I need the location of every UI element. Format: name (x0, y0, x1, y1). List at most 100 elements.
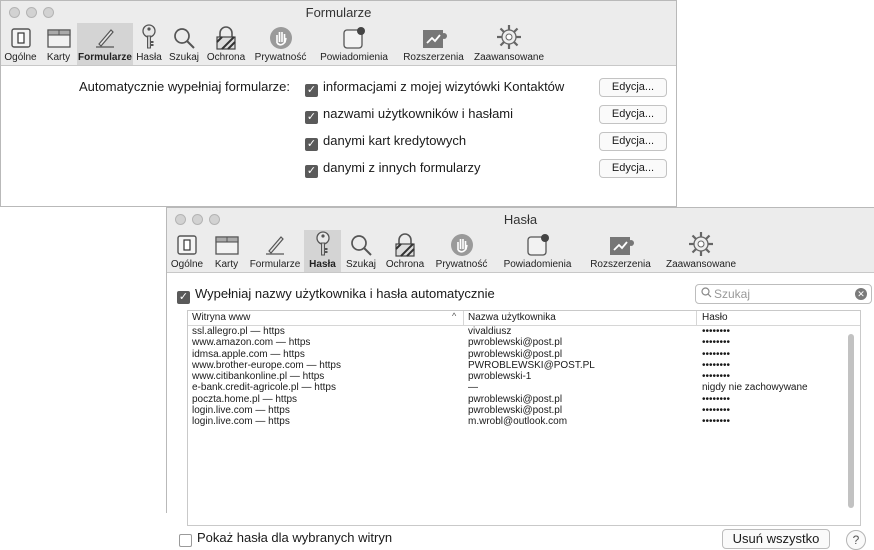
scrollbar[interactable] (848, 334, 854, 508)
toolbar-item-label: Ochrona (385, 259, 425, 270)
checkbox[interactable]: ✓ (305, 165, 318, 178)
table-row[interactable]: poczta.home.pl — https pwroblewski@post.p… (188, 394, 860, 405)
sort-ascending-icon: ^ (452, 311, 457, 321)
edit-other-forms-button[interactable]: Edycja... (599, 159, 667, 178)
cell-pass: nigdy nie zachowywane (702, 382, 808, 394)
toolbar-item-label: Zaawansowane (473, 52, 545, 63)
column-header-site[interactable]: Witryna www (192, 312, 250, 323)
option-usernames[interactable]: ✓ nazwami użytkowników i hasłami (305, 106, 513, 124)
window-title: Formularze (305, 5, 372, 20)
table-body: ssl.allegro.pl — https vivaldiusz ••••••••… (188, 326, 860, 428)
table-row[interactable]: www.brother-europe.com — https PWROBLEWSK… (188, 360, 860, 371)
toolbar-item-powiadomienia[interactable]: Powiadomienia (312, 23, 396, 65)
toolbar-item-rozszerzenia[interactable]: Rozszerzenia (396, 23, 471, 65)
toolbar-item-ogólne[interactable]: Ogólne (167, 230, 207, 272)
table-row[interactable]: www.citibankonline.pl — https pwroblewski… (188, 371, 860, 382)
table-row[interactable]: idmsa.apple.com — https pwroblewski@post.… (188, 349, 860, 360)
search-icon (172, 26, 196, 52)
toolbar-item-label: Karty (46, 52, 71, 63)
cell-user: pwroblewski@post.pl (468, 337, 563, 349)
forms-pane: Automatycznie wypełniaj formularze: ✓ inf… (1, 66, 676, 206)
clear-search-icon[interactable]: ✕ (855, 288, 867, 300)
toolbar-item-ochrona[interactable]: Ochrona (381, 230, 429, 272)
search-input[interactable]: Szukaj ✕ (695, 284, 872, 304)
toolbar-item-hasła[interactable]: Hasła (133, 23, 165, 65)
checkbox-label: Wypełniaj nazwy użytkownika i hasła auto… (195, 286, 495, 301)
passwords-pane: ✓ Wypełniaj nazwy użytkownika i hasła aut… (167, 273, 874, 550)
toolbar-item-prywatność[interactable]: Prywatność (429, 230, 494, 272)
toolbar-item-ochrona[interactable]: Ochrona (203, 23, 249, 65)
option-label: danymi kart kredytowych (323, 133, 467, 148)
toolbar-item-hasła[interactable]: Hasła (304, 230, 341, 272)
toolbar-item-szukaj[interactable]: Szukaj (341, 230, 381, 272)
autofill-passwords-checkbox[interactable]: ✓ Wypełniaj nazwy użytkownika i hasła aut… (177, 286, 495, 304)
toolbar-item-prywatność[interactable]: Prywatność (249, 23, 312, 65)
cell-site: www.brother-europe.com — https (192, 359, 341, 371)
gear-icon (688, 231, 714, 259)
checkbox[interactable]: ✓ (177, 291, 190, 304)
table-row[interactable]: www.amazon.com — https pwroblewski@post.p… (188, 337, 860, 348)
option-other-forms[interactable]: ✓ danymi z innych formularzy (305, 160, 481, 178)
edit-contacts-button[interactable]: Edycja... (599, 78, 667, 97)
toolbar-item-ogólne[interactable]: Ogólne (1, 23, 40, 65)
cell-user: vivaldiusz (468, 326, 512, 337)
cell-pass: •••••••• (702, 359, 731, 371)
checkbox[interactable]: ✓ (305, 111, 318, 124)
cell-pass: •••••••• (702, 348, 731, 360)
toolbar-item-label: Ogólne (4, 52, 37, 63)
option-credit-cards[interactable]: ✓ danymi kart kredytowych (305, 133, 466, 151)
edit-credit-cards-button[interactable]: Edycja... (599, 132, 667, 151)
toolbar-item-formularze[interactable]: Formularze (77, 23, 133, 65)
toolbar-item-label: Powiadomienia (503, 259, 572, 270)
autofill-label: Automatycznie wypełniaj formularze: (79, 79, 290, 94)
table-row[interactable]: login.live.com — https m.wrobl@outlook.co… (188, 416, 860, 427)
checkbox[interactable]: ✓ (305, 138, 318, 151)
toolbar-item-zaawansowane[interactable]: Zaawansowane (660, 230, 742, 272)
toolbar-item-zaawansowane[interactable]: Zaawansowane (471, 23, 547, 65)
checkbox[interactable]: ✓ (305, 84, 318, 97)
key-icon (139, 24, 159, 52)
toolbar-item-label: Rozszerzenia (590, 259, 651, 270)
help-button[interactable]: ? (846, 530, 866, 550)
general-switch-icon (9, 26, 33, 52)
cell-user: m.wrobl@outlook.com (468, 416, 568, 428)
toolbar-item-karty[interactable]: Karty (207, 230, 246, 272)
option-contacts[interactable]: ✓ informacjami z mojej wizytówki Kontaktó… (305, 79, 564, 97)
option-label: nazwami użytkowników i hasłami (323, 106, 514, 121)
cell-pass: •••••••• (702, 337, 731, 349)
option-label: informacjami z mojej wizytówki Kontaktów (323, 79, 565, 94)
cell-site: login.live.com — https (192, 416, 290, 428)
passwords-table: Witryna www ^ Nazwa użytkownika Hasło ss… (187, 310, 861, 526)
toolbar-item-label: Formularze (78, 52, 132, 63)
toolbar-item-label: Ochrona (206, 52, 246, 63)
column-header-password[interactable]: Hasło (702, 312, 728, 323)
toolbar-item-powiadomienia[interactable]: Powiadomienia (494, 230, 581, 272)
general-switch-icon (175, 233, 199, 259)
toolbar-item-label: Ogólne (170, 259, 204, 270)
cell-site: ssl.allegro.pl — https (192, 326, 285, 337)
gear-icon (496, 24, 522, 52)
table-row[interactable]: login.live.com — https pwroblewski@post.p… (188, 405, 860, 416)
show-passwords-checkbox[interactable]: ✓ Pokaż hasła dla wybranych witryn (179, 530, 392, 547)
toolbar-item-label: Zaawansowane (665, 259, 737, 270)
cell-user: pwroblewski@post.pl (468, 405, 563, 417)
lock-icon (214, 26, 238, 52)
column-header-username[interactable]: Nazwa użytkownika (468, 312, 556, 323)
edit-usernames-button[interactable]: Edycja... (599, 105, 667, 124)
toolbar-item-label: Formularze (249, 259, 301, 270)
toolbar-item-label: Hasła (136, 52, 162, 63)
checkbox[interactable]: ✓ (179, 534, 192, 547)
search-placeholder: Szukaj (714, 287, 751, 301)
toolbar-item-rozszerzenia[interactable]: Rozszerzenia (581, 230, 660, 272)
search-icon (349, 233, 373, 259)
cell-user: pwroblewski@post.pl (468, 348, 563, 360)
formularze-window: Formularze Ogólne Karty Formularze Hasła Szu… (0, 0, 677, 207)
toolbar-item-formularze[interactable]: Formularze (246, 230, 304, 272)
checkbox-label: Pokaż hasła dla wybranych witryn (197, 530, 393, 545)
toolbar-item-karty[interactable]: Karty (40, 23, 77, 65)
cell-site: www.amazon.com — https (192, 337, 311, 349)
delete-all-button[interactable]: Usuń wszystko (722, 529, 830, 549)
table-row[interactable]: e-bank.credit-agricole.pl — https — nigdy … (188, 382, 860, 393)
table-row[interactable]: ssl.allegro.pl — https vivaldiusz •••••••• (188, 326, 860, 337)
toolbar-item-szukaj[interactable]: Szukaj (165, 23, 203, 65)
